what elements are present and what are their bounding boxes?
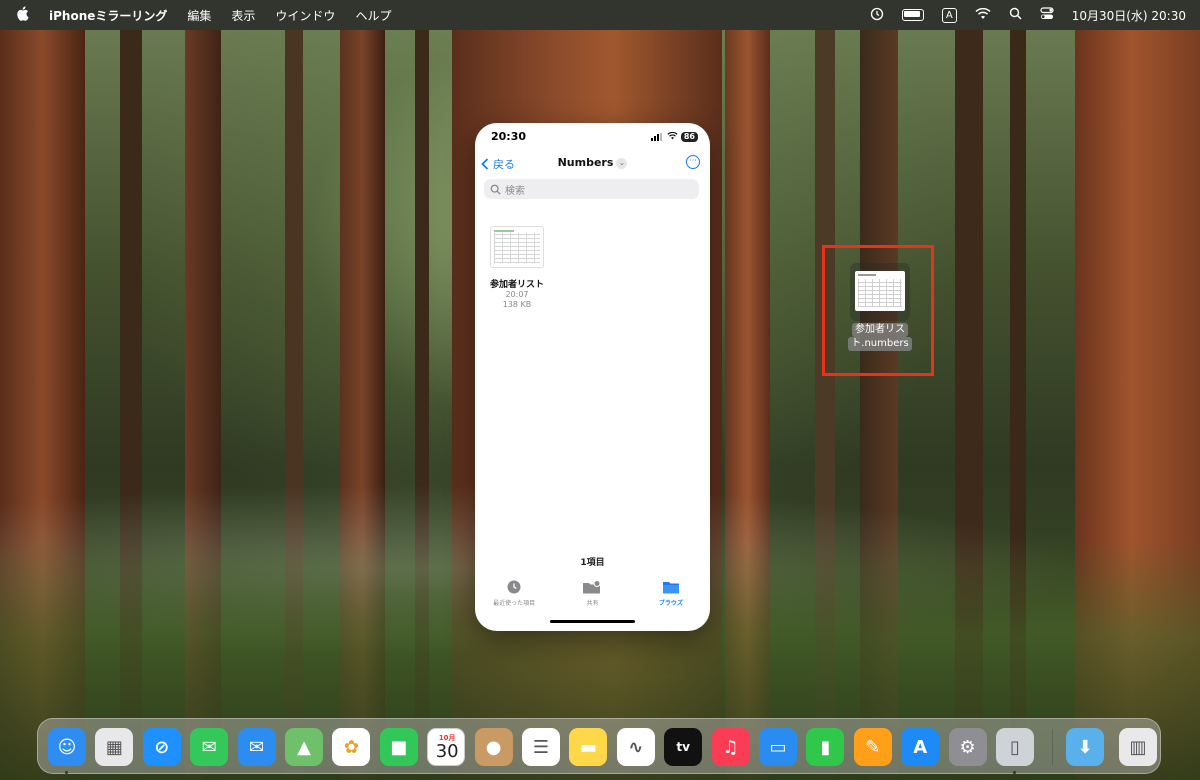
pages-icon-glyph: ✎ [865, 736, 881, 758]
notes-icon-glyph: ▬ [579, 736, 597, 758]
folder-icon [662, 582, 679, 594]
phone-battery-level: 86 [680, 131, 698, 142]
photos-icon-glyph: ✿ [343, 736, 359, 758]
spreadsheet-thumbnail-icon [490, 226, 544, 268]
menu-datetime[interactable]: 10月30日(水) 20:30 [1072, 7, 1186, 24]
music-icon[interactable]: ♫ [711, 728, 750, 766]
search-placeholder: 検索 [505, 185, 525, 197]
trash-icon[interactable]: ▥ [1119, 728, 1157, 766]
reminders-icon-glyph: ☰ [532, 736, 550, 758]
keynote-icon[interactable]: ▭ [759, 728, 797, 766]
facetime-icon[interactable]: ■ [379, 728, 418, 766]
finder-icon[interactable]: ☺ [48, 728, 86, 766]
settings-icon[interactable]: ⚙ [948, 728, 987, 766]
tv-icon[interactable]: tv [664, 728, 703, 766]
freeform-icon[interactable]: ∿ [616, 728, 655, 766]
files-nav-bar: 戻る Numbers ⌄ ··· [475, 153, 710, 175]
running-indicator [65, 771, 68, 774]
menu-view[interactable]: 表示 [231, 7, 255, 24]
pages-icon[interactable]: ✎ [853, 728, 892, 766]
reminders-icon[interactable]: ☰ [522, 728, 560, 766]
chevron-down-icon: ⌄ [616, 157, 628, 169]
menu-edit[interactable]: 編集 [187, 7, 211, 24]
downloads-icon[interactable]: ⬇ [1066, 728, 1104, 766]
freeform-icon-glyph: ∿ [628, 736, 644, 758]
messages-icon[interactable]: ✉ [190, 728, 229, 766]
downloads-icon-glyph: ⬇ [1077, 736, 1093, 758]
finder-icon-glyph: ☺ [57, 736, 77, 758]
menu-window[interactable]: ウインドウ [275, 7, 335, 24]
home-indicator[interactable] [550, 620, 635, 623]
notes-icon[interactable]: ▬ [569, 728, 608, 766]
phone-wifi-icon [667, 130, 678, 143]
file-name: 参加者リスト [489, 280, 544, 290]
dock: ☺ ▦ ⊘ ✉ ✉ ▲ ✿ ■ 10月 30 ● ☰ ▬ ∿ tv ♫ ▭ ▮ ✎ A ⚙ ▯ ⬇ ▥ [37, 718, 1161, 774]
safari-icon-glyph: ⊘ [154, 736, 170, 758]
tab-browse[interactable]: ブラウズ [632, 578, 710, 618]
file-size: 138 KB [502, 300, 532, 309]
trash-icon-glyph: ▥ [1129, 736, 1147, 758]
tab-shared[interactable]: 共有 [553, 578, 631, 618]
iphone-mirroring-window[interactable]: 20:30 86 戻る Numbers ⌄ ··· 検索 参加者リスト 20:07… [475, 123, 710, 631]
iphone-mirroring-icon-glyph: ▯ [1010, 736, 1020, 758]
time-machine-icon[interactable] [870, 7, 884, 24]
spotlight-search-icon[interactable] [1009, 7, 1022, 23]
calendar-day: 30 [435, 741, 459, 762]
highlight-box [822, 245, 934, 376]
facetime-icon-glyph: ■ [390, 736, 408, 758]
shared-folder-icon [583, 580, 601, 594]
file-time: 20:07 [505, 290, 529, 299]
phone-status-time: 20:30 [491, 130, 527, 143]
menu-bar: iPhoneミラーリング 編集 表示 ウインドウ ヘルプ A 10月30日(水)… [0, 0, 1200, 30]
apple-icon[interactable] [16, 6, 29, 24]
folder-title-text: Numbers [557, 156, 614, 169]
menu-help[interactable]: ヘルプ [355, 7, 391, 24]
tab-recents[interactable]: 最近使った項目 [475, 578, 553, 618]
input-source-indicator[interactable]: A [941, 7, 957, 23]
music-icon-glyph: ♫ [722, 736, 739, 758]
mail-icon[interactable]: ✉ [237, 728, 276, 766]
appstore-icon-glyph: A [913, 736, 928, 758]
tab-recents-label: 最近使った項目 [493, 600, 536, 607]
more-options-icon[interactable]: ··· [686, 155, 700, 169]
numbers-icon-glyph: ▮ [820, 736, 831, 758]
tv-icon-glyph: tv [676, 740, 690, 754]
menu-app-name[interactable]: iPhoneミラーリング [49, 7, 167, 24]
folder-title[interactable]: Numbers ⌄ [475, 156, 710, 169]
control-center-icon[interactable] [1040, 7, 1054, 23]
photos-icon[interactable]: ✿ [332, 728, 371, 766]
search-icon [490, 184, 501, 195]
item-count: 1項目 [580, 558, 605, 568]
tab-browse-label: ブラウズ [658, 600, 683, 607]
dock-separator [1052, 729, 1053, 765]
battery-icon[interactable] [901, 9, 924, 21]
phone-status-bar: 20:30 86 [475, 123, 710, 147]
maps-icon-glyph: ▲ [297, 736, 311, 758]
calendar-icon[interactable]: 10月 30 [427, 728, 466, 766]
clock-icon [507, 580, 521, 594]
running-indicator [1013, 771, 1016, 774]
contacts-icon[interactable]: ● [474, 728, 513, 766]
settings-icon-glyph: ⚙ [959, 736, 976, 758]
appstore-icon[interactable]: A [901, 728, 940, 766]
maps-icon[interactable]: ▲ [285, 728, 323, 766]
cellular-signal-icon [650, 132, 663, 141]
files-tab-bar: 最近使った項目 共有 ブラウズ [475, 578, 710, 618]
keynote-icon-glyph: ▭ [769, 736, 787, 758]
safari-icon[interactable]: ⊘ [142, 728, 181, 766]
calendar-icon-glyph: 10月 30 [428, 729, 464, 765]
wifi-icon[interactable] [975, 7, 991, 23]
launchpad-icon-glyph: ▦ [105, 736, 123, 758]
file-item[interactable]: 参加者リスト 20:07 138 KB [487, 226, 547, 310]
contacts-icon-glyph: ● [485, 736, 502, 758]
numbers-icon[interactable]: ▮ [806, 728, 845, 766]
search-field[interactable]: 検索 [484, 179, 699, 199]
messages-icon-glyph: ✉ [201, 736, 217, 758]
tab-shared-label: 共有 [586, 600, 599, 607]
iphone-mirroring-icon[interactable]: ▯ [996, 728, 1034, 766]
launchpad-icon[interactable]: ▦ [95, 728, 134, 766]
mail-icon-glyph: ✉ [249, 736, 265, 758]
